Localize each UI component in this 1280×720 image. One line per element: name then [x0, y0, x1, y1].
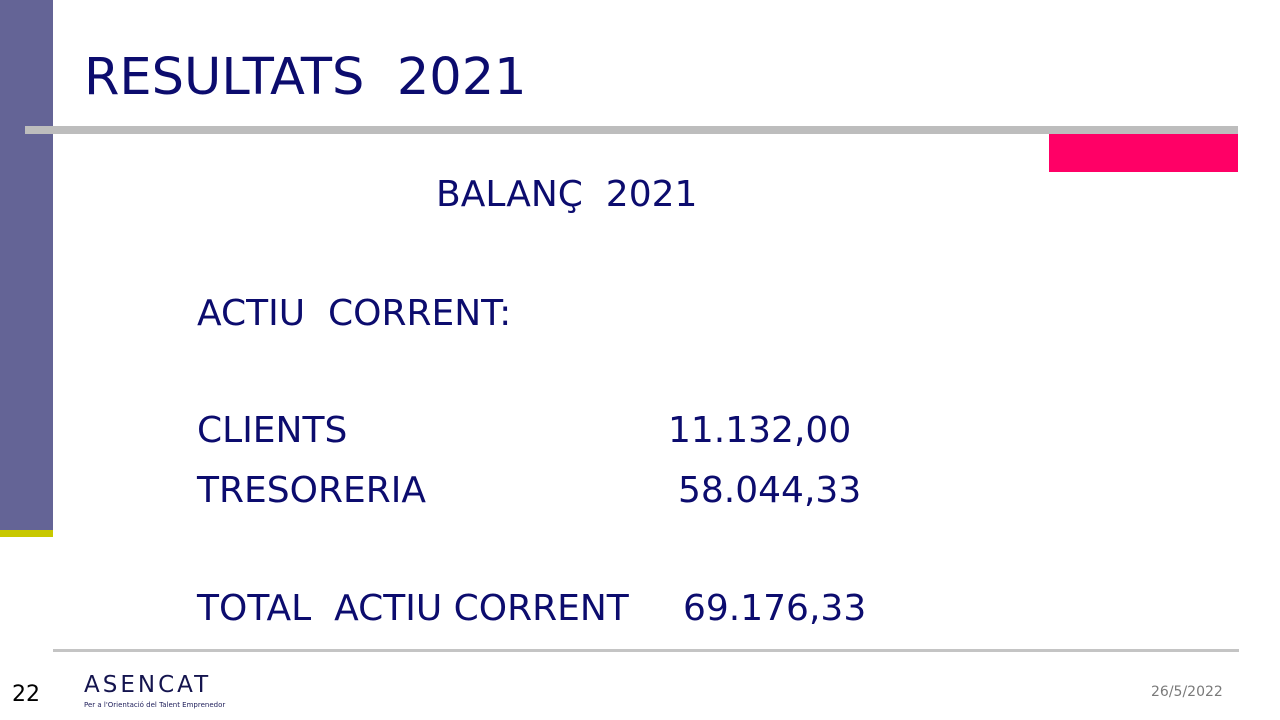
title-divider: [25, 126, 1238, 134]
row-value-total: 69.176,33: [683, 588, 867, 629]
row-label-total: TOTAL ACTIU CORRENT: [197, 588, 629, 629]
sidebar-decoration: [0, 0, 53, 530]
row-value-tresoreria: 58.044,33: [678, 470, 862, 511]
row-label-tresoreria: TRESORERIA: [197, 470, 426, 511]
footer-divider: [53, 649, 1239, 652]
section-heading: ACTIU CORRENT:: [197, 293, 512, 334]
page-number: 22: [12, 682, 40, 707]
sidebar-accent-stripe: [0, 530, 53, 537]
asencat-logo: ASENCAT Per a l'Orientació del Talent Em…: [84, 672, 226, 710]
row-label-clients: CLIENTS: [197, 410, 348, 451]
pink-accent-block: [1049, 134, 1238, 172]
logo-wordmark: ASENCAT: [84, 672, 212, 698]
slide-title: RESULTATS 2021: [84, 48, 527, 107]
logo-tagline: Per a l'Orientació del Talent Emprenedor: [84, 701, 226, 709]
slide-date: 26/5/2022: [1151, 684, 1223, 700]
row-value-clients: 11.132,00: [668, 410, 852, 451]
slide-subtitle: BALANÇ 2021: [436, 174, 698, 215]
